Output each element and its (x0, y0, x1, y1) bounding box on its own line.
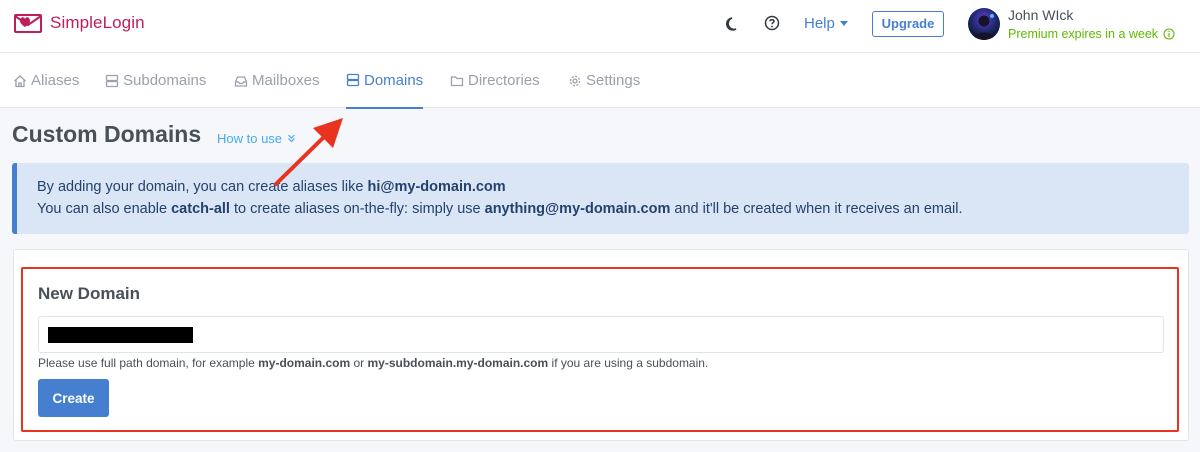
tab-settings[interactable]: Settings (568, 53, 640, 108)
server-icon (105, 74, 119, 87)
info-example-anything: anything@my-domain.com (484, 201, 671, 217)
domain-hint: Please use full path domain, for example… (38, 356, 708, 370)
tab-settings-label: Settings (586, 72, 641, 89)
tab-aliases[interactable]: Aliases (13, 53, 79, 108)
gear-icon (569, 75, 581, 86)
chevron-down-icon (839, 21, 848, 26)
tab-mailboxes-label: Mailboxes (252, 72, 320, 89)
tab-mailboxes[interactable]: Mailboxes (234, 53, 320, 108)
question-circle-icon[interactable] (763, 14, 781, 32)
tab-subdomains-label: Subdomains (123, 72, 207, 89)
info-example-alias: hi@my-domain.com (367, 179, 506, 195)
info-line-2: You can also enable catch-all to create … (37, 198, 1189, 220)
info-alert: By adding your domain, you can create al… (12, 163, 1189, 234)
help-label: Help (804, 15, 835, 32)
info-line-2-text-a: You can also enable (37, 201, 172, 217)
tab-domains-label: Domains (364, 71, 424, 89)
premium-status-text: Premium expires in a week (1008, 27, 1159, 41)
user-name: John WIck (1008, 7, 1074, 23)
how-to-use-link[interactable]: How to use (217, 131, 296, 146)
home-icon (14, 74, 26, 87)
hint-text-c: if you are using a subdomain. (548, 356, 709, 370)
info-line-2-text-b: to create aliases on-the-fly: simply use (229, 201, 485, 217)
hint-text-b: or (350, 356, 368, 370)
domain-input[interactable] (38, 316, 1164, 353)
folder-icon (450, 75, 464, 86)
create-button[interactable]: Create (38, 379, 109, 417)
tab-aliases-label: Aliases (31, 72, 80, 89)
server-icon (346, 73, 360, 87)
info-catch-all: catch-all (171, 201, 230, 217)
redacted-value (48, 327, 193, 343)
hint-example-subdomain: my-subdomain.my-domain.com (367, 356, 549, 370)
inbox-icon (234, 75, 248, 87)
premium-status: Premium expires in a week (1008, 27, 1175, 41)
hint-text-a: Please use full path domain, for example (38, 356, 259, 370)
how-to-use-label: How to use (217, 131, 283, 146)
avatar-image (968, 8, 1000, 40)
logo[interactable]: SimpleLogin (12, 10, 145, 36)
new-domain-title: New Domain (38, 284, 141, 303)
chevron-double-down-icon (288, 134, 295, 143)
info-icon[interactable] (1163, 28, 1175, 40)
avatar[interactable] (968, 8, 1000, 40)
tab-domains[interactable]: Domains (346, 53, 424, 109)
hint-example-domain: my-domain.com (258, 356, 351, 370)
main-nav: Aliases Subdomains Mailboxes Domains Dir… (0, 53, 1200, 109)
logo-text: SimpleLogin (50, 13, 145, 32)
tab-subdomains[interactable]: Subdomains (105, 53, 206, 108)
tab-directories[interactable]: Directories (450, 53, 540, 108)
tab-directories-label: Directories (468, 72, 540, 89)
info-line-2-text-c: and it'll be created when it receives an… (670, 201, 963, 217)
info-line-1-text: By adding your domain, you can create al… (37, 179, 368, 195)
top-header: SimpleLogin Help Upgrade John WIck Premi… (0, 0, 1200, 53)
info-line-1: By adding your domain, you can create al… (37, 176, 1189, 198)
help-menu[interactable]: Help (804, 15, 848, 32)
moon-icon[interactable] (724, 15, 742, 33)
upgrade-button[interactable]: Upgrade (872, 11, 944, 37)
logo-icon (14, 14, 42, 33)
page-title: Custom Domains (12, 121, 202, 147)
